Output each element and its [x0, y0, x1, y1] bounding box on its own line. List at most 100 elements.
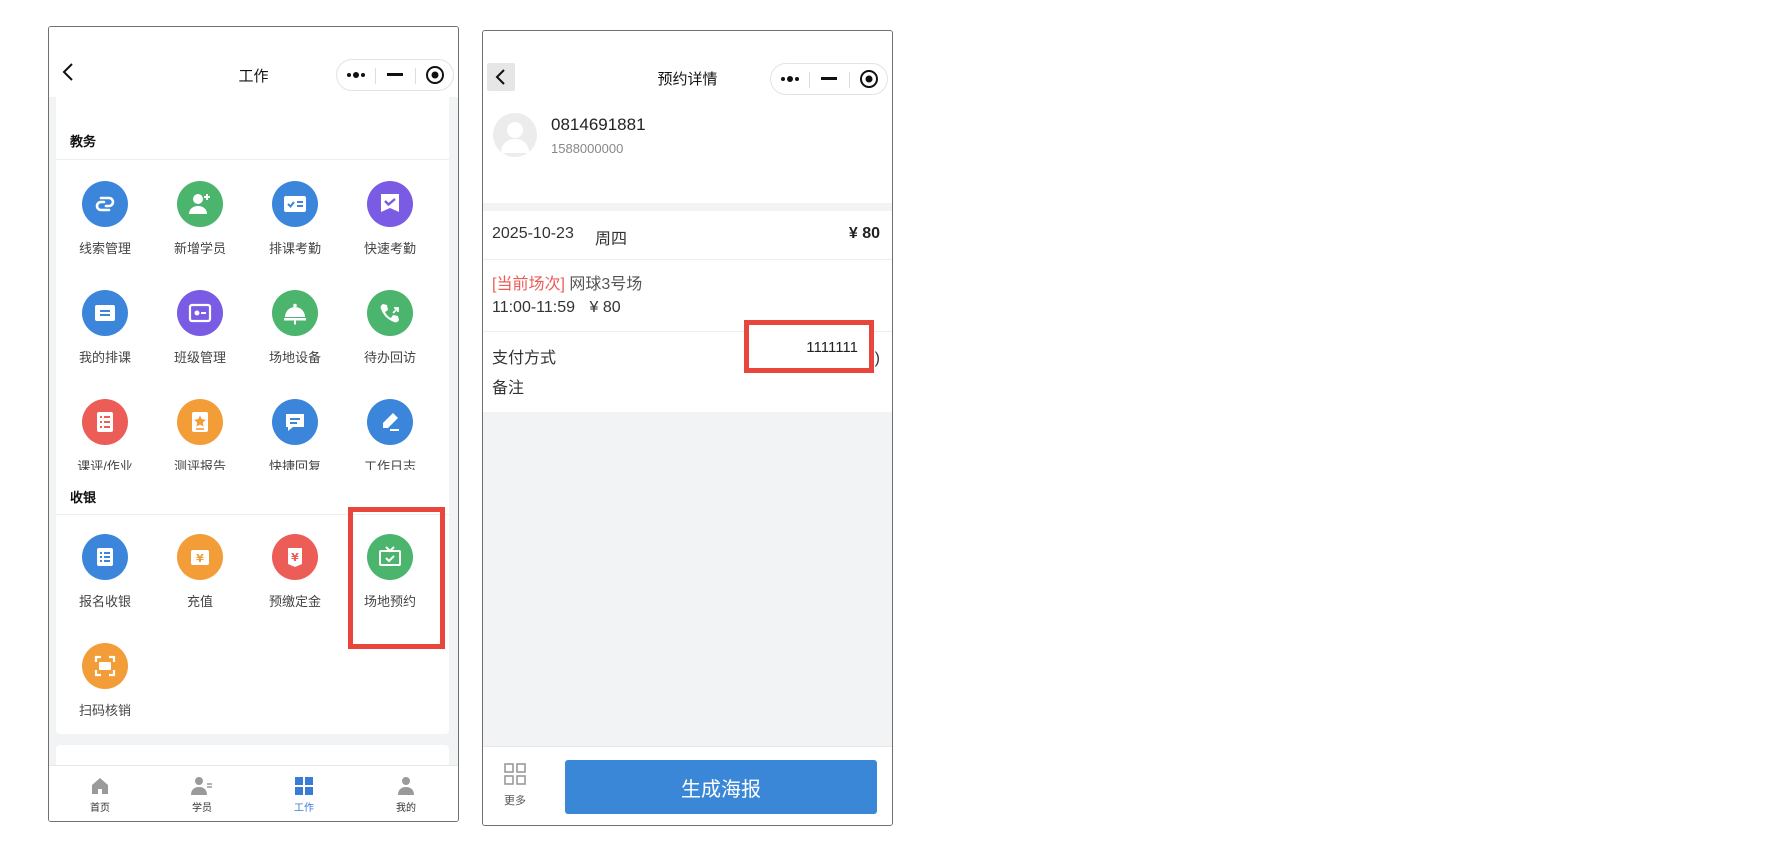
nav-bar: 工作: [49, 27, 458, 97]
pen-edit-icon: [367, 399, 413, 445]
bell-dome-icon: [272, 290, 318, 336]
message-icon: [272, 399, 318, 445]
grid-item-label: 快速考勤: [363, 241, 416, 256]
grid-item-course-review-homework[interactable]: 课评/作业: [56, 399, 154, 479]
grid-item-label: 待办回访: [363, 350, 416, 365]
link-icon: [82, 181, 128, 227]
more-button[interactable]: 更多: [495, 763, 535, 811]
minus-icon: [821, 77, 837, 80]
home-icon: [92, 778, 108, 794]
academic-section-card: 教务 线索管理 新增学员 排课考勤 快速考勤 我的排课 班级管理 场地设备 待办…: [56, 87, 449, 481]
tab-label: 首页: [90, 803, 110, 814]
section-title-cashier: 收银: [70, 490, 97, 505]
payment-method-value: 现金(¥80): [810, 350, 880, 367]
grid-item-schedule-attendance[interactable]: 排课考勤: [246, 181, 344, 261]
target-circle-icon: [426, 66, 444, 84]
booking-date-row: 2025-10-23 周四 ¥ 80: [483, 211, 892, 260]
grid-item-work-log[interactable]: 工作日志: [341, 399, 439, 479]
grid-item-label: 新增学员: [173, 241, 226, 256]
profile-icon: [398, 777, 414, 795]
grid-item-recharge[interactable]: ¥ 充值: [151, 534, 249, 614]
grid-item-label: 班级管理: [173, 350, 226, 365]
cashier-section-card: 收银 报名收银 ¥ 充值 ¥ 预缴定金 场地预约 扫码核销: [56, 470, 449, 734]
tab-mine[interactable]: 我的: [355, 766, 457, 821]
close-mini-program-button[interactable]: [850, 64, 888, 94]
booking-detail-screen: 预约详情 0814691881 1588000000 2025-10-23 周四…: [482, 30, 893, 826]
bottom-action-bar: 更多 生成海报: [483, 746, 892, 825]
check-badge-icon: [367, 181, 413, 227]
more-label: 更多: [504, 795, 526, 807]
grid-item-label: 排课考勤: [268, 241, 321, 256]
svg-text:¥: ¥: [196, 552, 204, 565]
more-options-button[interactable]: [337, 60, 375, 90]
grid-item-prepay-deposit[interactable]: ¥ 预缴定金: [246, 534, 344, 614]
tab-label: 我的: [396, 803, 416, 814]
tab-work[interactable]: 工作: [253, 766, 355, 821]
minimize-button[interactable]: [810, 64, 848, 94]
venue-booking-icon: [367, 534, 413, 580]
grid-item-my-schedule[interactable]: 我的排课: [56, 290, 154, 370]
divider: [56, 514, 449, 515]
mini-program-capsule: [336, 59, 454, 91]
grid-item-label: 充值: [186, 594, 213, 609]
work-grid-icon: [295, 777, 313, 795]
grid-item-venue-equipment[interactable]: 场地设备: [246, 290, 344, 370]
more-dots-icon: [347, 72, 365, 78]
avatar-person-icon: [501, 122, 529, 153]
grid-item-venue-booking[interactable]: 场地预约: [341, 534, 439, 614]
booking-date: 2025-10-23: [492, 225, 574, 242]
nav-bar: 预约详情: [483, 31, 892, 101]
grid-item-add-student[interactable]: 新增学员: [151, 181, 249, 261]
grid-item-label: 报名收银: [78, 594, 131, 609]
tab-label: 学员: [192, 803, 212, 814]
booking-total: ¥ 80: [848, 225, 880, 242]
user-info-block: 0814691881 1588000000: [483, 101, 892, 203]
grid-item-todo-callback[interactable]: 待办回访: [341, 290, 439, 370]
divider: [56, 159, 449, 160]
session-time-line: 11:00-11:59 ¥ 80: [492, 299, 621, 317]
grid-item-quick-reply[interactable]: 快捷回复: [246, 399, 344, 479]
target-circle-icon: [860, 70, 878, 88]
grid-item-label: 扫码核销: [78, 703, 131, 718]
grid-item-quick-attendance[interactable]: 快速考勤: [341, 181, 439, 261]
tab-home[interactable]: 首页: [49, 766, 151, 821]
checklist-icon: [272, 181, 318, 227]
current-session-tag: [当前场次]: [492, 276, 565, 293]
tab-students[interactable]: 学员: [151, 766, 253, 821]
booking-session-row: [当前场次] 网球3号场 11:00-11:59 ¥ 80: [483, 260, 892, 332]
schedule-icon: [82, 290, 128, 336]
booking-weekday: 周四: [595, 231, 628, 248]
session-line: [当前场次] 网球3号场: [492, 270, 642, 294]
grid-item-assessment-report[interactable]: 测评报告: [151, 399, 249, 479]
grid-item-class-management[interactable]: 班级管理: [151, 290, 249, 370]
phone-callback-icon: [367, 290, 413, 336]
work-page-screen: 教务 线索管理 新增学员 排课考勤 快速考勤 我的排课 班级管理 场地设备 待办…: [48, 26, 459, 822]
mini-program-capsule: [770, 63, 888, 95]
grid-item-label: 线索管理: [78, 241, 131, 256]
note-label: 备注: [492, 380, 525, 397]
grid-item-leads[interactable]: 线索管理: [56, 181, 154, 261]
students-icon: [191, 777, 212, 795]
svg-text:¥: ¥: [291, 551, 299, 564]
close-mini-program-button[interactable]: [416, 60, 454, 90]
session-time: 11:00-11:59: [492, 299, 576, 316]
grid-item-label: 预缴定金: [268, 594, 321, 609]
grid-item-label: 我的排课: [78, 350, 131, 365]
scan-icon: [82, 643, 128, 689]
class-card-icon: [177, 290, 223, 336]
report-star-icon: [177, 399, 223, 445]
more-options-button[interactable]: [771, 64, 809, 94]
generate-poster-button[interactable]: 生成海报: [565, 760, 877, 814]
payment-method-label: 支付方式: [492, 350, 557, 367]
minus-icon: [387, 73, 403, 76]
yen-tag-icon: ¥: [272, 534, 318, 580]
minimize-button[interactable]: [376, 60, 414, 90]
grid-item-scan-verify[interactable]: 扫码核销: [56, 643, 154, 723]
more-grid-icon: [504, 763, 526, 785]
user-phone: 1588000000: [551, 141, 624, 156]
tab-label: 工作: [294, 803, 314, 814]
grid-item-enrollment-cashier[interactable]: 报名收银: [56, 534, 154, 614]
section-title-academic: 教务: [70, 134, 97, 149]
grid-item-label: 场地预约: [363, 594, 416, 609]
homework-list-icon: [82, 399, 128, 445]
